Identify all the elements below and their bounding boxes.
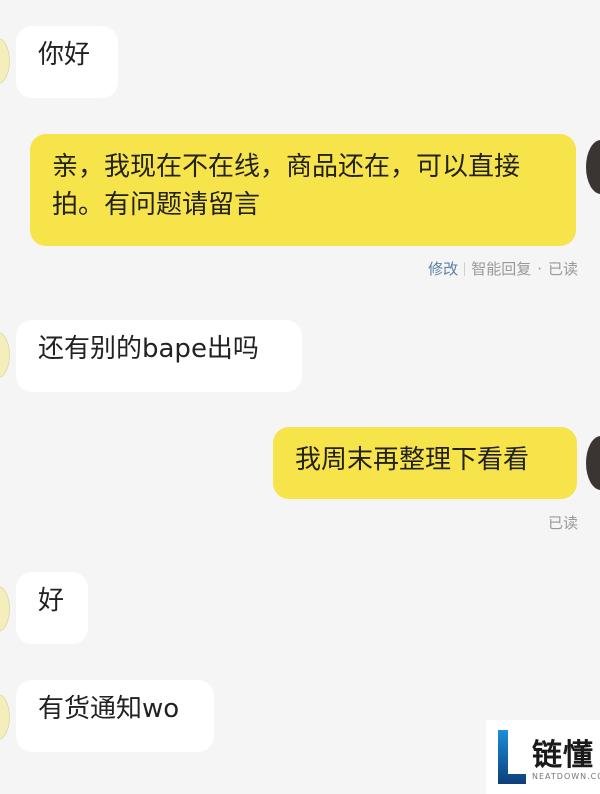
- watermark-title: 链懂: [532, 738, 594, 773]
- message-bubble-incoming[interactable]: 还有别的bape出吗: [16, 320, 302, 392]
- message-bubble-outgoing[interactable]: 亲，我现在不在线，商品还在，可以直接拍。有问题请留言: [30, 134, 576, 246]
- read-status: 已读: [547, 260, 578, 278]
- contact-avatar[interactable]: [0, 332, 10, 378]
- dot-separator: ·: [537, 259, 542, 278]
- watermark-logo: 链懂 NEATDOWN.COM: [486, 720, 600, 794]
- message-bubble-outgoing[interactable]: 我周末再整理下看看: [273, 427, 577, 499]
- message-text: 我周末再整理下看看: [295, 445, 530, 475]
- contact-avatar[interactable]: [0, 586, 10, 632]
- message-status: 已读: [548, 512, 578, 533]
- contact-avatar[interactable]: [0, 38, 10, 84]
- auto-reply-label: 智能回复: [471, 260, 532, 278]
- logo-l-icon: [498, 730, 526, 784]
- message-status: 修改 智能回复 · 已读: [428, 258, 578, 279]
- read-status: 已读: [547, 514, 578, 532]
- message-text: 亲，我现在不在线，商品还在，可以直接拍。有问题请留言: [52, 152, 521, 220]
- message-bubble-incoming[interactable]: 好: [16, 572, 88, 644]
- message-text: 还有别的bape出吗: [38, 334, 259, 364]
- message-bubble-incoming[interactable]: 你好: [16, 26, 118, 98]
- edit-link[interactable]: 修改: [428, 258, 458, 279]
- chat-screen: { "messages": [ {"side": "in", "text": "…: [0, 0, 600, 794]
- message-text: 有货通知wo: [38, 694, 180, 724]
- watermark-subtitle: NEATDOWN.COM: [532, 772, 600, 781]
- message-text: 好: [38, 586, 65, 616]
- my-avatar[interactable]: [586, 140, 600, 194]
- message-bubble-incoming[interactable]: 有货通知wo: [16, 680, 214, 752]
- message-text: 你好: [38, 40, 91, 70]
- my-avatar[interactable]: [586, 436, 600, 490]
- contact-avatar[interactable]: [0, 694, 10, 740]
- divider: [464, 261, 466, 276]
